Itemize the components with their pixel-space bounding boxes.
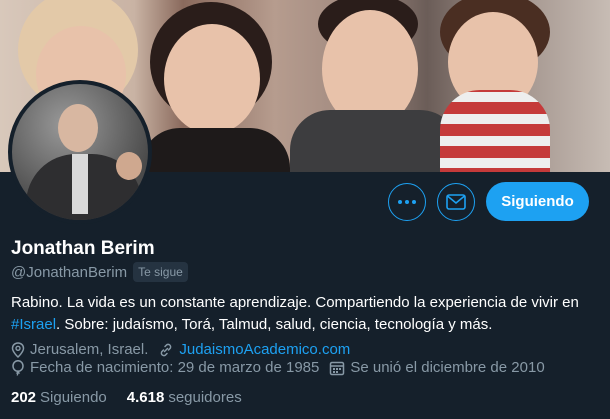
- more-icon: [398, 200, 416, 204]
- follow-counts: 202 Siguiendo 4.618 seguidores: [11, 389, 262, 406]
- following-label: Siguiendo: [40, 389, 107, 406]
- handle-row: @JonathanBerim Te sigue: [11, 262, 188, 282]
- user-handle: @JonathanBerim: [11, 263, 128, 281]
- balloon-icon: [12, 359, 24, 376]
- more-options-button[interactable]: [388, 183, 426, 221]
- profile-meta-row-2: Fecha de nacimiento: 29 de marzo de 1985…: [11, 359, 555, 376]
- calendar-icon: [330, 361, 345, 375]
- following-count: 202: [11, 389, 37, 406]
- bio-text-end: . Sobre: judaísmo, Torá, Talmud, salud, …: [56, 316, 493, 333]
- display-name: Jonathan Berim: [11, 238, 155, 259]
- followers-count-link[interactable]: 4.618 seguidores: [127, 389, 262, 406]
- location-item: Jerusalem, Israel.: [11, 341, 148, 358]
- avatar-hand: [116, 152, 142, 180]
- profile-meta-row-1: Jerusalem, Israel. JudaismoAcademico.com: [11, 341, 360, 358]
- followers-count: 4.618: [126, 389, 165, 406]
- joined-text: Se unió el diciembre de 2010: [350, 359, 545, 376]
- link-icon: [161, 343, 172, 356]
- followers-label: seguidores: [168, 389, 242, 406]
- following-button[interactable]: Siguiendo: [486, 182, 589, 221]
- message-button[interactable]: [437, 183, 475, 221]
- hashtag-link[interactable]: #Israel: [11, 316, 56, 333]
- birthday-item: Fecha de nacimiento: 29 de marzo de 1985: [11, 359, 319, 376]
- envelope-icon: [446, 194, 466, 210]
- profile-bio: Rabino. La vida es un constante aprendiz…: [11, 292, 601, 336]
- birthday-text: Fecha de nacimiento: 29 de marzo de 1985: [30, 359, 320, 376]
- location-text: Jerusalem, Israel.: [30, 341, 149, 358]
- profile-avatar[interactable]: [8, 80, 152, 224]
- joined-item: Se unió el diciembre de 2010: [329, 359, 545, 376]
- website-link[interactable]: JudaismoAcademico.com: [179, 341, 350, 358]
- follows-you-badge: Te sigue: [133, 262, 188, 282]
- avatar-face: [58, 104, 98, 152]
- website-item[interactable]: JudaismoAcademico.com: [158, 341, 350, 358]
- bio-text-start: Rabino. La vida es un constante aprendiz…: [11, 294, 579, 311]
- following-count-link[interactable]: 202 Siguiendo: [11, 389, 127, 406]
- avatar-shirt: [72, 154, 88, 214]
- location-pin-icon: [11, 341, 25, 358]
